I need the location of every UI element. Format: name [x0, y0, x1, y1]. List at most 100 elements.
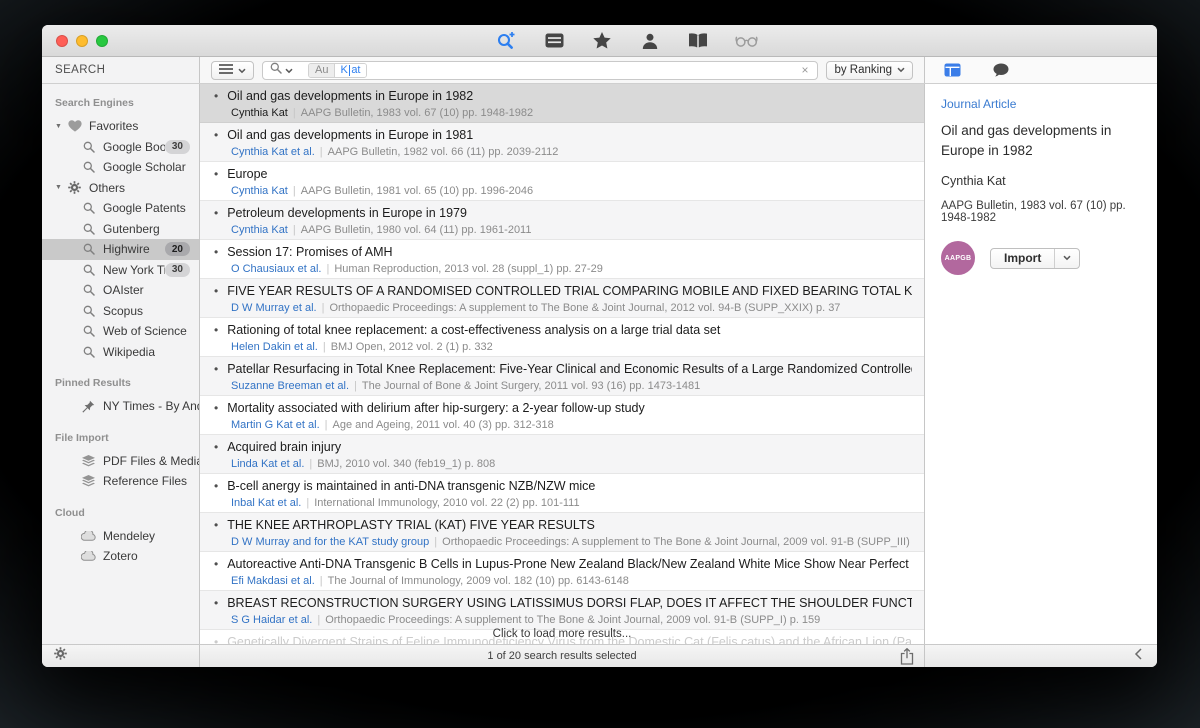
result-author-link[interactable]: O Chausiaux et al. — [231, 263, 322, 275]
sidebar-item-google-scholar[interactable]: Google Scholar — [42, 157, 199, 178]
result-author-link[interactable]: Efi Makdasi et al. — [231, 575, 315, 587]
sidebar-item-label: PDF Files & Media — [103, 454, 199, 468]
share-icon[interactable] — [900, 648, 914, 667]
chevron-down-icon — [238, 61, 246, 79]
count-badge: 30 — [165, 140, 190, 154]
collapse-panel-icon[interactable] — [1134, 647, 1142, 665]
person-icon[interactable] — [638, 30, 662, 52]
result-title: Petroleum developments in Europe in 1979 — [227, 206, 467, 220]
result-author-link[interactable]: D W Murray and for the KAT study group — [231, 536, 429, 548]
star-icon[interactable] — [590, 30, 614, 52]
book-icon[interactable] — [686, 30, 710, 52]
load-more-button[interactable]: Click to load more results... — [200, 623, 924, 644]
comment-icon — [993, 63, 1009, 77]
result-title: Mortality associated with delirium after… — [227, 401, 645, 415]
chevron-down-icon — [1063, 255, 1071, 261]
sidebar-item-mendeley[interactable]: Mendeley — [42, 526, 199, 547]
result-author-link[interactable]: Cynthia Kat — [231, 224, 288, 236]
info-panel-icon[interactable] — [940, 59, 964, 81]
sidebar-item-oaister[interactable]: OAIster — [42, 280, 199, 301]
result-author-link[interactable]: Linda Kat et al. — [231, 458, 304, 470]
result-author-link[interactable]: D W Murray et al. — [231, 302, 317, 314]
sidebar-item-new-york-times[interactable]: New York Times30 — [42, 260, 199, 281]
details-panel: Journal Article Oil and gas developments… — [925, 84, 1157, 644]
result-source: AAPG Bulletin, 1981 vol. 65 (10) pp. 199… — [301, 185, 533, 197]
search-token[interactable]: Au Kat — [308, 63, 367, 78]
row-bullet-icon: • — [214, 89, 218, 103]
header-row: SEARCH Au Kat × by Ranking — [42, 57, 1157, 84]
result-author-link[interactable]: Cynthia Kat — [231, 107, 288, 119]
sidebar-item-zotero[interactable]: Zotero — [42, 546, 199, 567]
sidebar-item-web-of-science[interactable]: Web of Science — [42, 321, 199, 342]
article-type-link[interactable]: Journal Article — [941, 97, 1141, 111]
result-row[interactable]: •Patellar Resurfacing in Total Knee Repl… — [200, 357, 924, 396]
sidebar-item-ny-times-by-andy-l[interactable]: NY Times - By Andy L... — [42, 396, 199, 417]
search-input[interactable]: Au Kat × — [262, 61, 818, 80]
result-author-link[interactable]: Helen Dakin et al. — [231, 341, 318, 353]
sort-dropdown[interactable]: by Ranking — [826, 61, 913, 80]
import-button[interactable]: Import — [990, 248, 1080, 269]
result-row[interactable]: •EuropeCynthia Kat|AAPG Bulletin, 1981 v… — [200, 162, 924, 201]
list-menu-button[interactable] — [211, 61, 254, 80]
result-author-link[interactable]: Martin G Kat et al. — [231, 419, 320, 431]
sidebar-item-reference-files[interactable]: Reference Files — [42, 471, 199, 492]
search-icon — [81, 223, 96, 235]
result-author-link[interactable]: Inbal Kat et al. — [231, 497, 301, 509]
sidebar-item-favorites[interactable]: ▼Favorites — [42, 116, 199, 137]
result-row[interactable]: • Mortality associated with delirium afte… — [200, 396, 924, 435]
minimize-button[interactable] — [76, 35, 88, 47]
sidebar-item-google-books[interactable]: Google Books30 — [42, 137, 199, 158]
result-row[interactable]: •Petroleum developments in Europe in 197… — [200, 201, 924, 240]
chevron-down-icon[interactable] — [1054, 249, 1079, 268]
result-source: Human Reproduction, 2013 vol. 28 (suppl_… — [334, 263, 602, 275]
result-row[interactable]: •FIVE YEAR RESULTS OF A RANDOMISED CONTR… — [200, 279, 924, 318]
app-window: SEARCH Au Kat × by Ranking — [42, 25, 1157, 667]
clear-search-icon[interactable]: × — [799, 64, 810, 76]
sidebar-item-label: Scopus — [103, 304, 143, 318]
result-row[interactable]: •B-cell anergy is maintained in anti-DNA… — [200, 474, 924, 513]
result-author-link[interactable]: Cynthia Kat et al. — [231, 146, 315, 158]
result-row[interactable]: •Acquired brain injuryLinda Kat et al.|B… — [200, 435, 924, 474]
inbox-icon[interactable] — [542, 30, 566, 52]
row-bullet-icon: • — [214, 596, 218, 610]
sidebar-item-wikipedia[interactable]: Wikipedia — [42, 342, 199, 363]
panel-footer — [925, 645, 1157, 667]
disclosure-triangle-icon[interactable]: ▼ — [55, 123, 67, 130]
search-plus-icon[interactable] — [494, 30, 518, 52]
result-title: THE KNEE ARTHROPLASTY TRIAL (KAT) FIVE Y… — [227, 518, 595, 532]
sidebar: Search Engines▼FavoritesGoogle Books30Go… — [42, 84, 200, 644]
result-row[interactable]: •Rationing of total knee replacement: a … — [200, 318, 924, 357]
count-badge: 30 — [165, 263, 190, 277]
result-meta: O Chausiaux et al.|Human Reproduction, 2… — [231, 263, 912, 275]
sidebar-item-label: Highwire — [103, 242, 150, 256]
section-header: Cloud — [42, 507, 199, 519]
gear-icon — [54, 647, 67, 660]
result-row[interactable]: •Oil and gas developments in Europe in 1… — [200, 123, 924, 162]
result-author-link[interactable]: Suzanne Breeman et al. — [231, 380, 349, 392]
comment-icon[interactable] — [989, 59, 1013, 81]
result-row[interactable]: •THE KNEE ARTHROPLASTY TRIAL (KAT) FIVE … — [200, 513, 924, 552]
search-icon — [81, 202, 96, 214]
sidebar-item-scopus[interactable]: Scopus — [42, 301, 199, 322]
result-source: AAPG Bulletin, 1980 vol. 64 (11) pp. 196… — [301, 224, 532, 236]
row-bullet-icon: • — [214, 401, 218, 415]
sidebar-item-pdf-files-media[interactable]: PDF Files & Media — [42, 451, 199, 472]
sidebar-item-highwire[interactable]: Highwire20 — [42, 239, 199, 260]
gear-icon[interactable] — [54, 647, 67, 665]
result-row[interactable]: •Oil and gas developments in Europe in 1… — [200, 84, 924, 123]
section-header: File Import — [42, 432, 199, 444]
search-icon — [81, 284, 96, 296]
disclosure-triangle-icon[interactable]: ▼ — [55, 184, 67, 191]
close-button[interactable] — [56, 35, 68, 47]
result-row[interactable]: •Session 17: Promises of AMHO Chausiaux … — [200, 240, 924, 279]
result-author-link[interactable]: Cynthia Kat — [231, 185, 288, 197]
row-bullet-icon: • — [214, 362, 218, 376]
sidebar-item-gutenberg[interactable]: Gutenberg — [42, 219, 199, 240]
sidebar-item-others[interactable]: ▼Others — [42, 178, 199, 199]
meta-separator: | — [320, 146, 323, 158]
sidebar-item-google-patents[interactable]: Google Patents — [42, 198, 199, 219]
result-title: B-cell anergy is maintained in anti-DNA … — [227, 479, 595, 493]
result-row[interactable]: •Autoreactive Anti-DNA Transgenic B Cell… — [200, 552, 924, 591]
glasses-icon[interactable] — [734, 30, 758, 52]
zoom-button[interactable] — [96, 35, 108, 47]
